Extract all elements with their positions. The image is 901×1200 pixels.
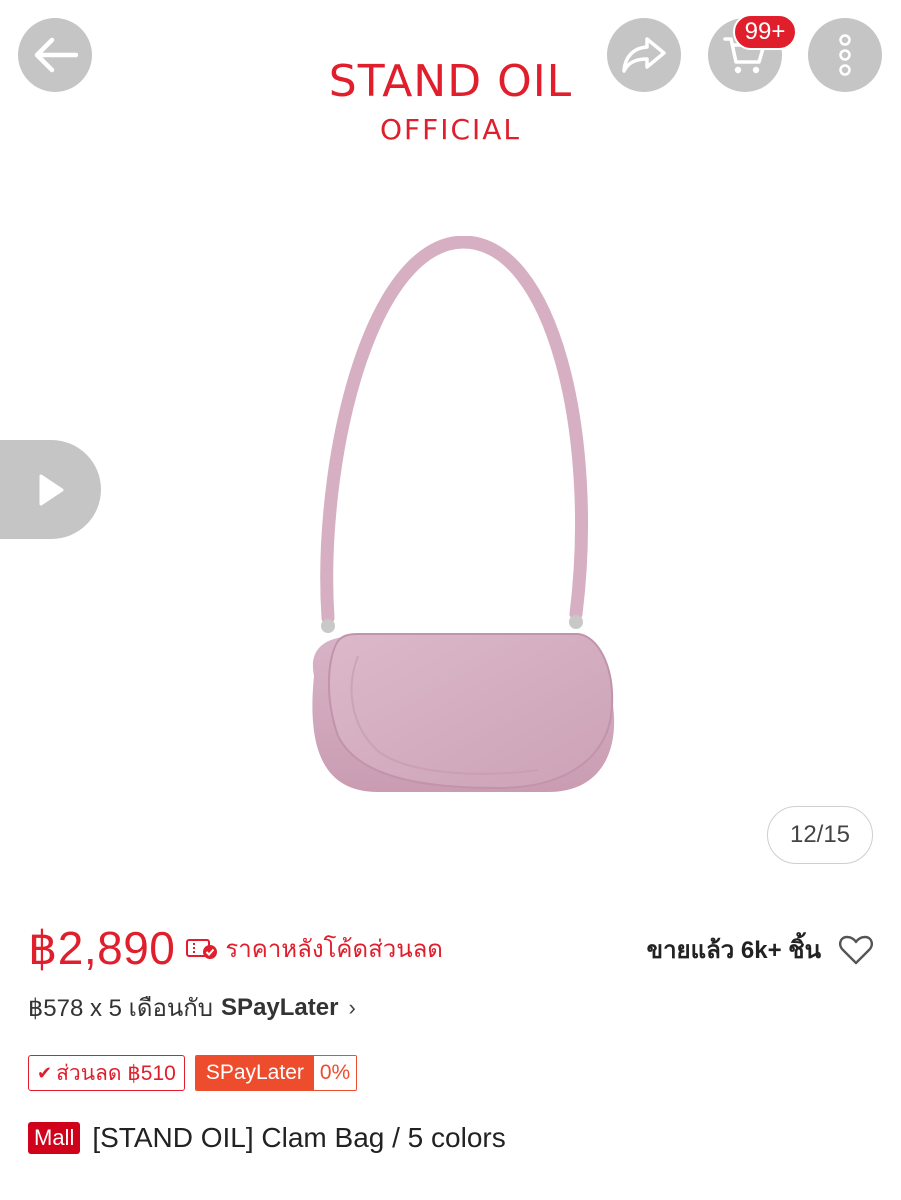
chevron-right-icon: › (348, 994, 356, 1020)
share-arrow-icon (622, 37, 666, 73)
arrow-left-icon (34, 37, 78, 73)
more-options-button[interactable] (808, 18, 882, 92)
discount-tag-label: ส่วนลด ฿510 (56, 1061, 176, 1085)
product-title: [STAND OIL] Clam Bag / 5 colors (92, 1122, 506, 1153)
price-after-voucher-note: ราคาหลังโค้ดส่วนลด (225, 935, 443, 963)
logo-brand-line2: OFFICIAL (379, 113, 522, 146)
spaylater-tag-label: SPayLater (195, 1056, 314, 1090)
sold-count: ขายแล้ว 6k+ ชิ้น (646, 937, 821, 964)
play-icon (39, 474, 63, 505)
heart-icon[interactable] (839, 935, 873, 965)
back-button[interactable] (18, 18, 92, 92)
play-video-button[interactable] (0, 440, 101, 539)
promo-tags: ✔ ส่วนลด ฿510 SPayLater 0% (28, 1054, 358, 1092)
installment-text: ฿578 x 5 เดือนกับ (28, 995, 214, 1022)
price-row: ฿2,890 ราคาหลังโค้ดส่วนลด (28, 920, 443, 976)
product-price: ฿2,890 (28, 922, 176, 974)
discount-tag: ✔ ส่วนลด ฿510 (28, 1055, 185, 1091)
check-icon: ✔ (37, 1062, 53, 1083)
installment-brand: SPayLater (221, 993, 339, 1021)
product-photo-pink-clam-bag (312, 236, 615, 792)
sold-row: ขายแล้ว 6k+ ชิ้น (647, 930, 873, 969)
image-counter: 12/15 (767, 806, 873, 864)
voucher-check-icon (186, 939, 218, 959)
spaylater-rate-label: 0% (313, 1056, 357, 1090)
installment-row[interactable]: ฿578 x 5 เดือนกับ SPayLater › (28, 988, 356, 1027)
more-vertical-icon (839, 34, 851, 76)
cart-count-badge: 99+ (733, 14, 797, 50)
share-button[interactable] (607, 18, 681, 92)
product-image-gallery[interactable]: STAND OIL OFFICIAL 99+ 12/15 (0, 0, 901, 893)
spaylater-tag: SPayLater 0% (194, 1055, 358, 1091)
product-title-row: Mall [STAND OIL] Clam Bag / 5 colors (28, 1122, 506, 1154)
mall-badge: Mall (28, 1122, 81, 1154)
